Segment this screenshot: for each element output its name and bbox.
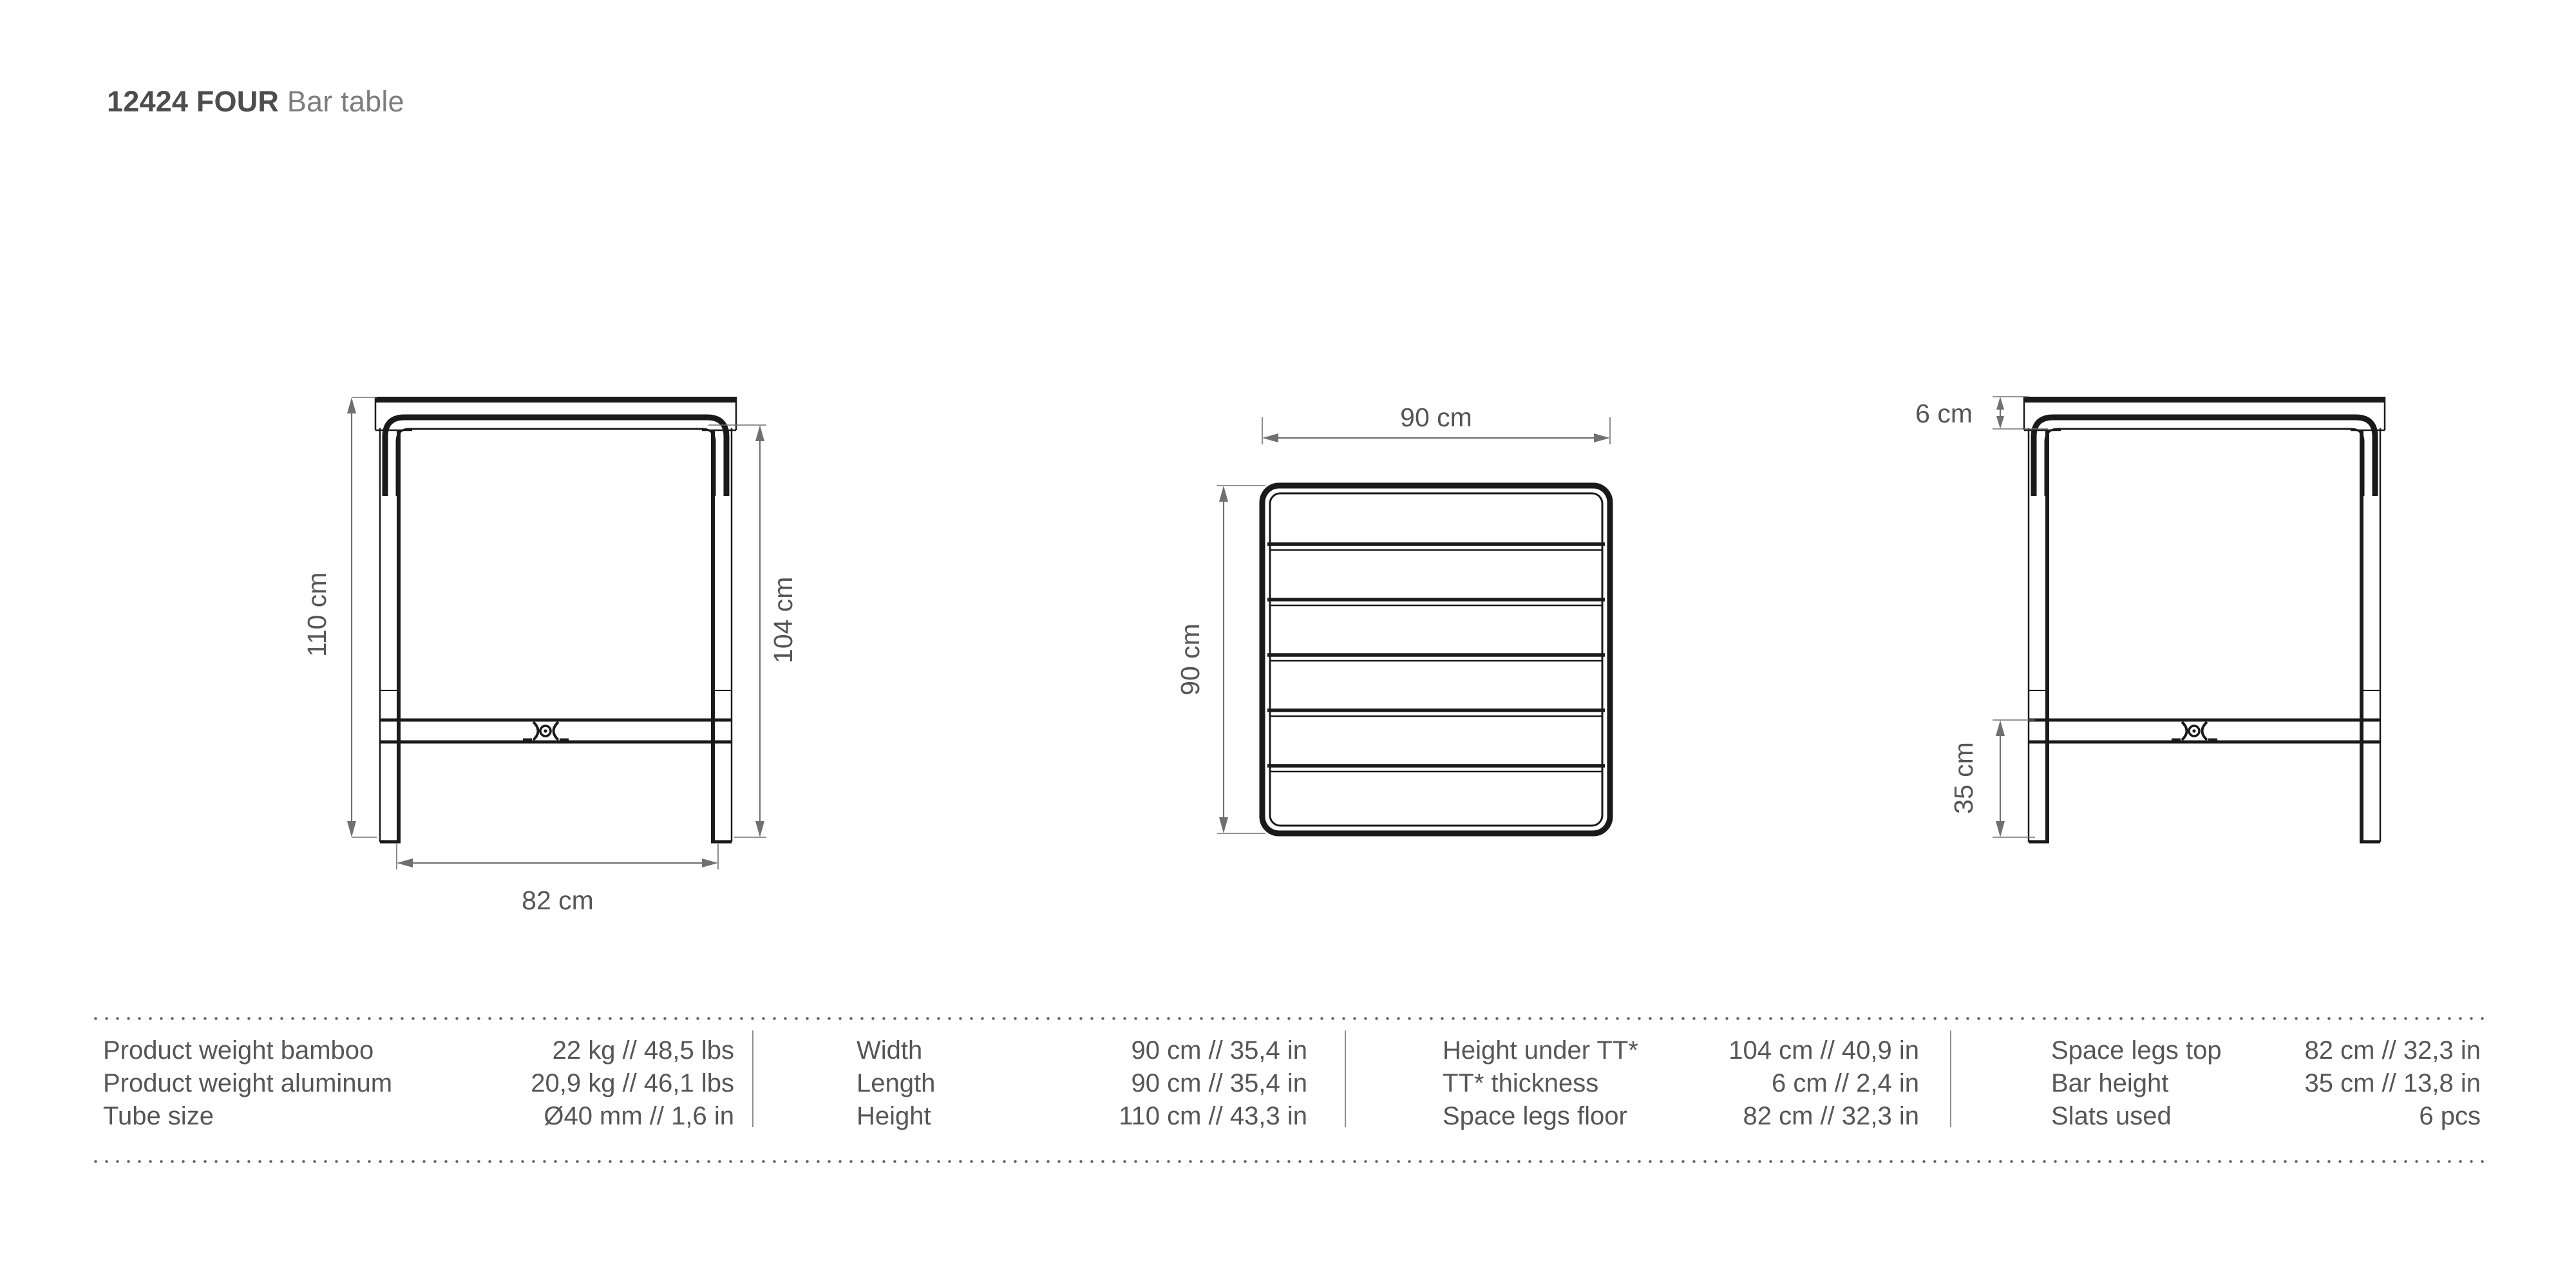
front-view: 110 cm 104 cm 82 cm bbox=[302, 397, 798, 915]
front-view-brace-connector bbox=[523, 721, 569, 742]
side-view-frame-tube bbox=[2031, 414, 2378, 496]
top-view: 90 cm 90 cm bbox=[1175, 403, 1613, 837]
spec-value: 35 cm // 13,8 in bbox=[2304, 1069, 2481, 1097]
spec-label: Bar height bbox=[2051, 1069, 2169, 1097]
dimension-top-width: 90 cm bbox=[1262, 403, 1611, 444]
dimension-space-legs-floor: 82 cm bbox=[396, 844, 719, 915]
slat-divider bbox=[1267, 653, 1605, 662]
spec-column-clearance: Height under TT* 104 cm // 40,9 in TT* t… bbox=[1346, 1030, 1951, 1133]
spec-row: Height 110 cm // 43,3 in bbox=[857, 1100, 1307, 1133]
spec-row: Product weight aluminum 20,9 kg // 46,1 … bbox=[103, 1067, 734, 1100]
spec-label: TT* thickness bbox=[1443, 1069, 1599, 1097]
dimension-bar-height: 35 cm bbox=[1949, 719, 2035, 838]
spec-row: Width 90 cm // 35,4 in bbox=[857, 1034, 1307, 1067]
spec-row: Length 90 cm // 35,4 in bbox=[857, 1067, 1307, 1100]
spec-label: Space legs floor bbox=[1443, 1102, 1627, 1130]
spec-row: Space legs top 82 cm // 32,3 in bbox=[2051, 1034, 2481, 1067]
dimension-label-110cm: 110 cm bbox=[302, 573, 332, 657]
dimension-height-total: 110 cm bbox=[302, 397, 377, 838]
spec-label: Height under TT* bbox=[1443, 1036, 1638, 1065]
spec-column-weights: Product weight bamboo 22 kg // 48,5 lbs … bbox=[90, 1030, 753, 1133]
spec-value: 90 cm // 35,4 in bbox=[1131, 1036, 1307, 1065]
spec-label: Height bbox=[857, 1102, 931, 1130]
slat-divider bbox=[1267, 764, 1605, 773]
front-view-legs bbox=[379, 428, 733, 844]
spec-value: 20,9 kg // 46,1 lbs bbox=[531, 1069, 734, 1097]
spec-column-size: Width 90 cm // 35,4 in Length 90 cm // 3… bbox=[753, 1030, 1346, 1133]
spec-label: Product weight aluminum bbox=[103, 1069, 393, 1097]
spec-label: Slats used bbox=[2051, 1102, 2172, 1130]
slat-divider bbox=[1267, 598, 1605, 607]
spec-row: Height under TT* 104 cm // 40,9 in bbox=[1443, 1034, 1919, 1067]
side-view-brace-connector bbox=[2172, 721, 2217, 742]
dimension-label-104cm: 104 cm bbox=[768, 577, 798, 663]
spec-value: 6 cm // 2,4 in bbox=[1772, 1069, 1919, 1097]
spec-row: Space legs floor 82 cm // 32,3 in bbox=[1443, 1100, 1919, 1133]
front-view-frame-tube bbox=[382, 414, 730, 496]
side-view: 6 cm 35 cm bbox=[1915, 396, 2386, 844]
top-view-outline bbox=[1259, 482, 1613, 837]
spec-value: Ø40 mm // 1,6 in bbox=[544, 1102, 734, 1130]
drawings-canvas: 110 cm 104 cm 82 cm 90 cm 90 cm 6 cm 35 … bbox=[302, 396, 2386, 915]
front-view-tabletop bbox=[374, 397, 737, 431]
technical-drawings: 110 cm 104 cm 82 cm 90 cm 90 cm 6 cm 35 … bbox=[0, 0, 2576, 966]
dimension-label-90cm-width: 90 cm bbox=[1400, 403, 1472, 432]
spec-row: Product weight bamboo 22 kg // 48,5 lbs bbox=[103, 1034, 734, 1067]
side-view-legs bbox=[2027, 428, 2382, 844]
spec-table-bottom-rule bbox=[90, 1159, 2487, 1164]
spec-table-top-rule bbox=[90, 1016, 2487, 1021]
spec-value: 90 cm // 35,4 in bbox=[1131, 1069, 1307, 1097]
top-view-slats bbox=[1267, 542, 1605, 773]
spec-label: Width bbox=[857, 1036, 923, 1065]
spec-row: Bar height 35 cm // 13,8 in bbox=[2051, 1067, 2481, 1100]
spec-label: Tube size bbox=[103, 1102, 214, 1130]
dimension-label-82cm: 82 cm bbox=[522, 886, 594, 915]
spec-label: Product weight bamboo bbox=[103, 1036, 374, 1065]
slat-divider bbox=[1267, 708, 1605, 717]
spec-row: TT* thickness 6 cm // 2,4 in bbox=[1443, 1067, 1919, 1100]
spec-columns: Product weight bamboo 22 kg // 48,5 lbs … bbox=[90, 1030, 2487, 1133]
dimension-label-6cm: 6 cm bbox=[1915, 399, 1973, 428]
spec-value: 82 cm // 32,3 in bbox=[2304, 1036, 2481, 1065]
spec-value: 22 kg // 48,5 lbs bbox=[552, 1036, 734, 1065]
slat-divider bbox=[1267, 542, 1605, 551]
dimension-label-35cm: 35 cm bbox=[1949, 742, 1978, 814]
spec-label: Space legs top bbox=[2051, 1036, 2222, 1065]
dimension-top-length: 90 cm bbox=[1175, 485, 1265, 834]
spec-column-details: Space legs top 82 cm // 32,3 in Bar heig… bbox=[1951, 1034, 2487, 1133]
specification-table: Product weight bamboo 22 kg // 48,5 lbs … bbox=[90, 1016, 2487, 1171]
spec-value: 104 cm // 40,9 in bbox=[1728, 1036, 1919, 1065]
spec-label: Length bbox=[857, 1069, 936, 1097]
spec-value: 6 pcs bbox=[2419, 1102, 2481, 1130]
side-view-tabletop bbox=[2023, 397, 2386, 431]
spec-row: Slats used 6 pcs bbox=[2051, 1100, 2481, 1133]
spec-value: 82 cm // 32,3 in bbox=[1743, 1102, 1919, 1130]
spec-row: Tube size Ø40 mm // 1,6 in bbox=[103, 1100, 734, 1133]
dimension-height-under-top: 104 cm bbox=[708, 424, 798, 838]
dimension-label-90cm-length: 90 cm bbox=[1175, 623, 1205, 696]
spec-value: 110 cm // 43,3 in bbox=[1119, 1102, 1307, 1130]
